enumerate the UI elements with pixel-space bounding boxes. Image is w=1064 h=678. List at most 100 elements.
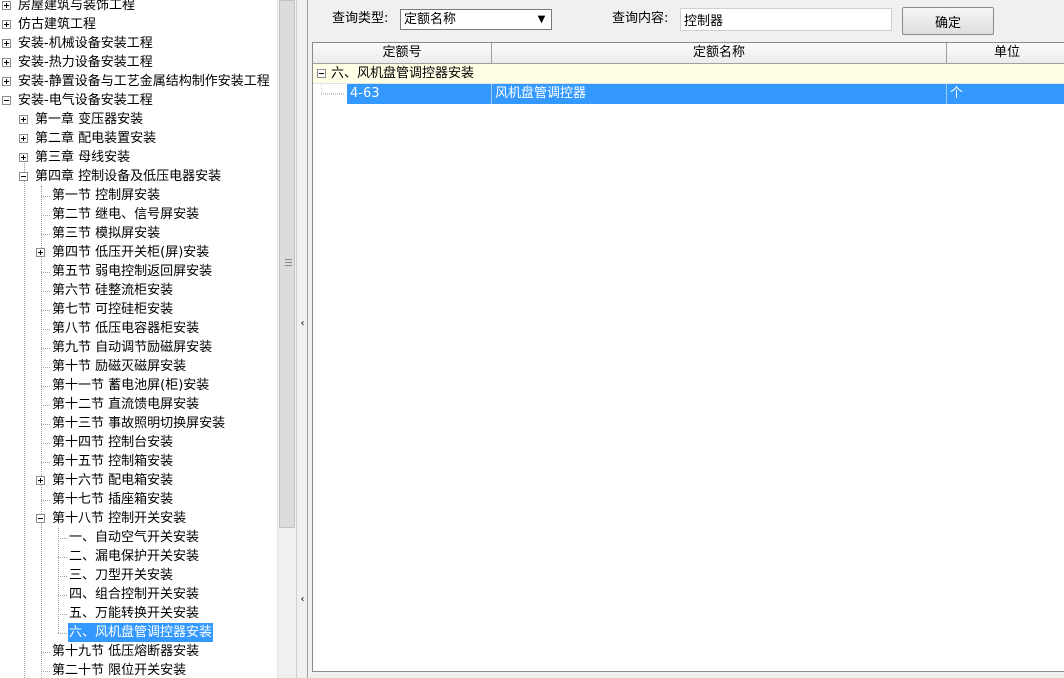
tree-connector-line	[58, 633, 67, 634]
tree-item-label: 第九节 自动调节励磁屏安装	[52, 340, 213, 355]
query-type-select[interactable]: 定额名称 ▼	[400, 9, 552, 30]
expand-icon[interactable]	[36, 248, 45, 257]
tree-item-label: 仿古建筑工程	[18, 17, 97, 32]
column-header-name[interactable]: 定额名称	[492, 43, 947, 63]
tree-item[interactable]: 安装-静置设备与工艺金属结构制作安装工程	[0, 72, 277, 91]
tree-item-label: 第十二节 直流馈电屏安装	[52, 397, 200, 412]
tree-item[interactable]: 第十一节 蓄电池屏(柜)安装	[0, 376, 277, 395]
grid-header: 定额号 定额名称 单位	[313, 43, 1064, 64]
tree-item[interactable]: 第三节 模拟屏安装	[0, 224, 277, 243]
dropdown-arrow-icon[interactable]: ▼	[534, 12, 549, 27]
tree-item[interactable]: 第十七节 插座箱安装	[0, 490, 277, 509]
tree-connector-line	[58, 557, 67, 558]
tree-item[interactable]: 第十九节 低压熔断器安装	[0, 642, 277, 661]
expand-icon[interactable]	[19, 115, 28, 124]
tree-connector-line	[41, 348, 50, 349]
tree-connector-line	[41, 291, 50, 292]
tree-item[interactable]: 第十二节 直流馈电屏安装	[0, 395, 277, 414]
scroll-grip-icon	[285, 259, 292, 268]
tree-connector-line	[41, 196, 50, 197]
tree-connector-line	[58, 595, 67, 596]
tree-item[interactable]: 安装-热力设备安装工程	[0, 53, 277, 72]
tree-item[interactable]: 第三章 母线安装	[0, 148, 277, 167]
tree-item-label: 第二节 继电、信号屏安装	[52, 207, 200, 222]
collapse-icon[interactable]	[19, 172, 28, 181]
collapse-left-icon-bottom[interactable]: ‹	[299, 594, 306, 606]
tree-item[interactable]: 第五节 弱电控制返回屏安装	[0, 262, 277, 281]
tree-scrollbar-thumb[interactable]	[279, 0, 295, 528]
tree-item[interactable]: 第十三节 事故照明切换屏安装	[0, 414, 277, 433]
tree-item-label: 第六节 硅整流柜安装	[52, 283, 174, 298]
tree-item-label: 第十三节 事故照明切换屏安装	[52, 416, 226, 431]
tree-item[interactable]: 第十节 励磁灭磁屏安装	[0, 357, 277, 376]
tree-item[interactable]: 安装-电气设备安装工程	[0, 91, 277, 110]
tree-item-label: 四、组合控制开关安装	[69, 587, 200, 602]
expand-icon[interactable]	[2, 58, 11, 67]
tree-item[interactable]: 第二章 配电装置安装	[0, 129, 277, 148]
row-code: 4-63	[347, 84, 492, 104]
tree-item[interactable]: 第二十节 限位开关安装	[0, 661, 277, 678]
tree-item-label: 第十八节 控制开关安装	[52, 511, 187, 526]
confirm-button[interactable]: 确定	[902, 7, 994, 35]
result-grid[interactable]: 定额号 定额名称 单位 六、风机盘管调控器安装 4-63 风机盘管调控器 个	[312, 42, 1064, 672]
query-content-input[interactable]	[680, 8, 892, 31]
tree-item[interactable]: 第四章 控制设备及低压电器安装	[0, 167, 277, 186]
tree-item-label: 三、刀型开关安装	[69, 568, 174, 583]
tree-item[interactable]: 第十五节 控制箱安装	[0, 452, 277, 471]
tree-scrollbar[interactable]	[277, 0, 295, 678]
tree-item[interactable]: 第一章 变压器安装	[0, 110, 277, 129]
query-type-value: 定额名称	[404, 12, 457, 27]
tree-item[interactable]: 二、漏电保护开关安装	[0, 547, 277, 566]
tree-item[interactable]: 房屋建筑与装饰工程	[0, 0, 277, 15]
tree-item[interactable]: 第十六节 配电箱安装	[0, 471, 277, 490]
tree-connector-line	[41, 329, 50, 330]
group-row[interactable]: 六、风机盘管调控器安装	[313, 64, 1064, 84]
tree-connector-line	[58, 576, 67, 577]
tree-item[interactable]: 第九节 自动调节励磁屏安装	[0, 338, 277, 357]
expand-icon[interactable]	[19, 134, 28, 143]
tree-item[interactable]: 一、自动空气开关安装	[0, 528, 277, 547]
panel-splitter[interactable]: ‹ ‹	[296, 0, 308, 678]
tree-item-label: 安装-静置设备与工艺金属结构制作安装工程	[18, 74, 270, 89]
tree-item[interactable]: 四、组合控制开关安装	[0, 585, 277, 604]
tree-item-label: 第十五节 控制箱安装	[52, 454, 174, 469]
row-name: 风机盘管调控器	[492, 84, 947, 104]
column-header-code[interactable]: 定额号	[313, 43, 492, 63]
expand-icon[interactable]	[2, 77, 11, 86]
quota-tree[interactable]: 房屋建筑与装饰工程仿古建筑工程安装-机械设备安装工程安装-热力设备安装工程安装-…	[0, 0, 277, 678]
tree-item[interactable]: 安装-机械设备安装工程	[0, 34, 277, 53]
tree-item[interactable]: 仿古建筑工程	[0, 15, 277, 34]
tree-item[interactable]: 第八节 低压电容器柜安装	[0, 319, 277, 338]
expand-icon[interactable]	[2, 39, 11, 48]
table-row[interactable]: 4-63 风机盘管调控器 个	[347, 84, 1064, 104]
tree-connector-line	[58, 614, 67, 615]
tree-item-label: 第二十节 限位开关安装	[52, 663, 187, 678]
collapse-icon[interactable]	[36, 514, 45, 523]
collapse-group-icon[interactable]	[317, 69, 326, 78]
expand-icon[interactable]	[36, 476, 45, 485]
tree-item[interactable]: 第十四节 控制台安装	[0, 433, 277, 452]
tree-item[interactable]: 六、风机盘管调控器安装	[0, 623, 277, 642]
tree-item[interactable]: 五、万能转换开关安装	[0, 604, 277, 623]
tree-item-label: 安装-机械设备安装工程	[18, 36, 153, 51]
tree-item[interactable]: 第七节 可控硅柜安装	[0, 300, 277, 319]
tree-item[interactable]: 第十八节 控制开关安装	[0, 509, 277, 528]
tree-item-label: 二、漏电保护开关安装	[69, 549, 200, 564]
tree-item-label: 安装-电气设备安装工程	[18, 93, 153, 108]
column-header-unit[interactable]: 单位	[947, 43, 1064, 63]
tree-item[interactable]: 第一节 控制屏安装	[0, 186, 277, 205]
tree-item[interactable]: 第六节 硅整流柜安装	[0, 281, 277, 300]
tree-item-label: 第二章 配电装置安装	[35, 131, 157, 146]
collapse-icon[interactable]	[2, 96, 11, 105]
tree-connector-line	[41, 367, 50, 368]
tree-item-label: 第一节 控制屏安装	[52, 188, 161, 203]
expand-icon[interactable]	[2, 1, 11, 10]
group-row-label: 六、风机盘管调控器安装	[331, 66, 475, 81]
tree-item-label: 第十节 励磁灭磁屏安装	[52, 359, 187, 374]
tree-item[interactable]: 第二节 继电、信号屏安装	[0, 205, 277, 224]
collapse-left-icon[interactable]: ‹	[299, 318, 306, 330]
expand-icon[interactable]	[19, 153, 28, 162]
tree-item[interactable]: 三、刀型开关安装	[0, 566, 277, 585]
tree-item[interactable]: 第四节 低压开关柜(屏)安装	[0, 243, 277, 262]
expand-icon[interactable]	[2, 20, 11, 29]
